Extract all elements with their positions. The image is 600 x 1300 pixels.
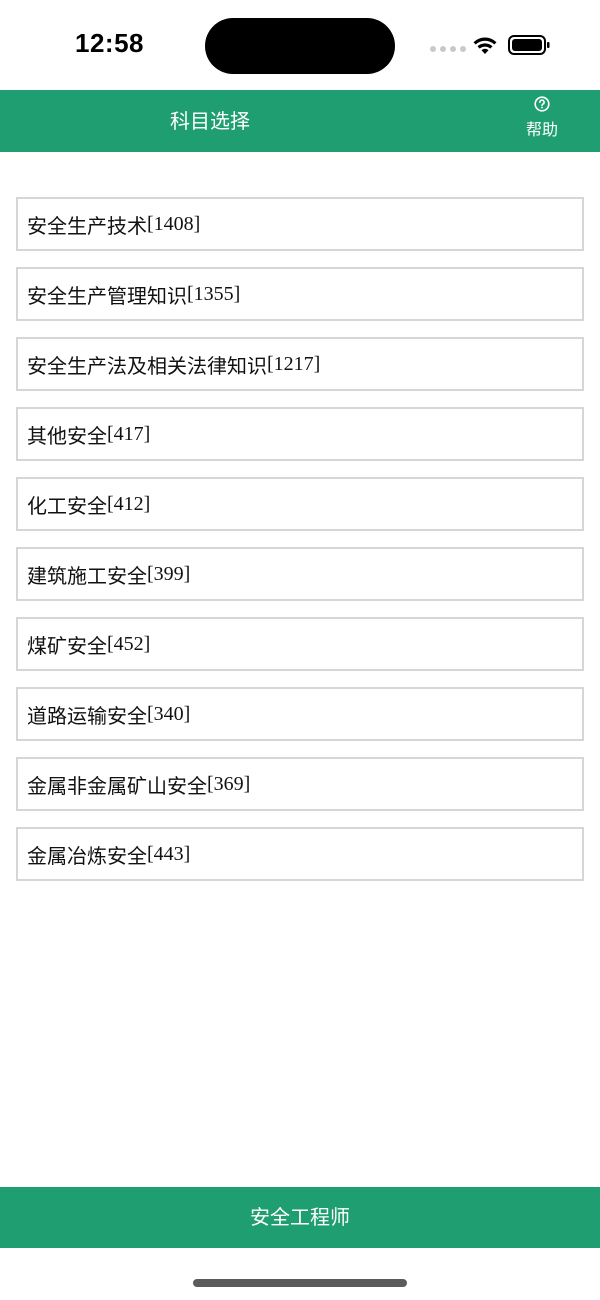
subject-item[interactable]: 金属冶炼安全 [443] — [16, 827, 584, 881]
signal-dots-icon — [430, 46, 466, 52]
battery-icon — [508, 35, 550, 55]
subject-count: [1408] — [147, 212, 201, 235]
home-indicator[interactable] — [193, 1279, 407, 1287]
subject-name: 建筑施工安全 — [27, 563, 147, 588]
subject-name: 金属冶炼安全 — [27, 843, 147, 868]
subject-item[interactable]: 道路运输安全 [340] — [16, 687, 584, 741]
subject-name: 道路运输安全 — [27, 703, 147, 728]
wifi-icon — [473, 37, 497, 54]
subject-item[interactable]: 安全生产法及相关法律知识 [1217] — [16, 337, 584, 391]
subject-list: 安全生产技术 [1408] 安全生产管理知识 [1355] 安全生产法及相关法律知识… — [16, 197, 584, 897]
help-button[interactable]: 帮助 — [522, 96, 562, 146]
subject-item[interactable]: 化工安全 [412] — [16, 477, 584, 531]
subject-item[interactable]: 安全生产管理知识 [1355] — [16, 267, 584, 321]
subject-count: [417] — [107, 422, 151, 445]
dynamic-island — [205, 18, 395, 74]
exam-type-button[interactable]: 安全工程师 — [0, 1187, 600, 1248]
subject-item[interactable]: 安全生产技术 [1408] — [16, 197, 584, 251]
subject-name: 安全生产技术 — [27, 213, 147, 238]
subject-name: 化工安全 — [27, 493, 107, 518]
status-time: 12:58 — [75, 28, 144, 58]
subject-count: [369] — [207, 772, 251, 795]
subject-count: [1217] — [267, 352, 321, 375]
subject-name: 安全生产管理知识 — [27, 283, 187, 308]
page-title: 科目选择 — [170, 109, 250, 133]
subject-item[interactable]: 煤矿安全 [452] — [16, 617, 584, 671]
subject-count: [399] — [147, 562, 191, 585]
subject-name: 煤矿安全 — [27, 633, 107, 658]
subject-item[interactable]: 其他安全 [417] — [16, 407, 584, 461]
top-nav-bar: 科目选择 帮助 — [0, 90, 600, 152]
exam-type-label: 安全工程师 — [250, 1205, 350, 1229]
status-bar: 12:58 — [0, 0, 600, 90]
subject-name: 其他安全 — [27, 423, 107, 448]
subject-count: [412] — [107, 492, 151, 515]
subject-count: [340] — [147, 702, 191, 725]
subject-count: [1355] — [187, 282, 241, 305]
app-screen: 12:58 科目选择 帮助 安全生产技术 [1408] 安全生产管理知识 [13… — [0, 0, 600, 1300]
subject-count: [443] — [147, 842, 191, 865]
subject-name: 安全生产法及相关法律知识 — [27, 353, 267, 378]
subject-item[interactable]: 金属非金属矿山安全 [369] — [16, 757, 584, 811]
question-circle-icon — [534, 96, 550, 112]
subject-name: 金属非金属矿山安全 — [27, 773, 207, 798]
help-label: 帮助 — [525, 120, 558, 139]
subject-count: [452] — [107, 632, 151, 655]
subject-item[interactable]: 建筑施工安全 [399] — [16, 547, 584, 601]
